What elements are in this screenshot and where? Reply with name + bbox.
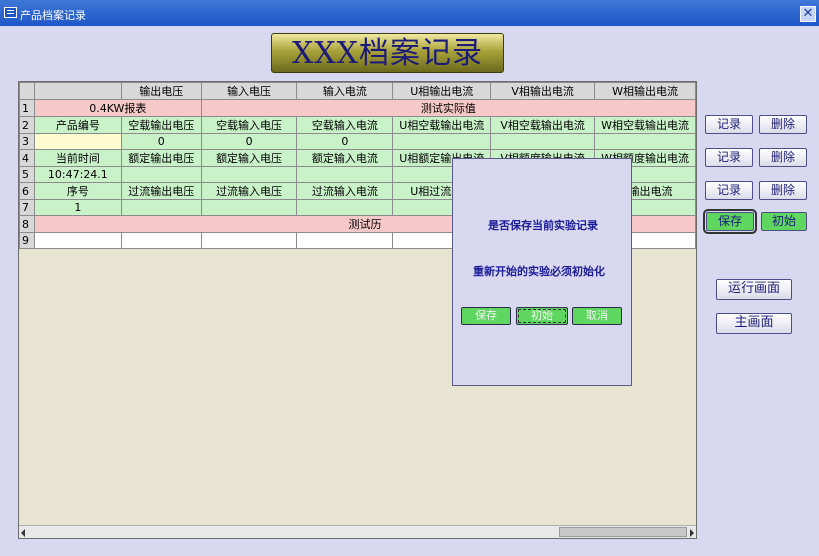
table-cell[interactable]: [594, 133, 696, 150]
row-number: 4: [19, 149, 35, 167]
record-button-2[interactable]: 记录: [705, 148, 753, 167]
table-cell[interactable]: 过流输入电流: [296, 182, 394, 200]
delete-button-1[interactable]: 删除: [759, 115, 807, 134]
scroll-thumb[interactable]: [559, 527, 687, 537]
record-button-3[interactable]: 记录: [705, 181, 753, 200]
actual-values-cell[interactable]: 测试实际值: [200, 99, 697, 117]
table-cell[interactable]: 额定输出电压: [120, 149, 202, 167]
table-cell[interactable]: 10:47:24.1: [33, 166, 122, 183]
dialog-hint: 重新开始的实验必须初始化: [473, 265, 605, 278]
scroll-left-icon[interactable]: [21, 529, 25, 537]
table-cell[interactable]: 0: [200, 133, 298, 150]
table-cell[interactable]: [33, 133, 122, 150]
corner-cell: [19, 82, 35, 100]
row-number: 8: [19, 215, 35, 233]
table-cell[interactable]: 过流输入电压: [200, 182, 298, 200]
table-cell[interactable]: 0: [296, 133, 394, 150]
table-cell[interactable]: [120, 199, 202, 216]
row-number: 3: [19, 133, 35, 150]
dialog-save-button[interactable]: 保存: [461, 307, 511, 325]
table-cell[interactable]: [490, 133, 596, 150]
delete-button-2[interactable]: 删除: [759, 148, 807, 167]
record-button-1[interactable]: 记录: [705, 115, 753, 134]
save-button[interactable]: 保存: [703, 209, 757, 234]
table-row: 1 0.4KW报表 测试实际值: [19, 99, 697, 117]
table-cell[interactable]: 额定输入电流: [296, 149, 394, 167]
column-header[interactable]: 输入电流: [296, 82, 394, 100]
table-cell[interactable]: [392, 133, 492, 150]
table-cell[interactable]: V相空载输出电流: [490, 116, 596, 134]
page-banner: XXX档案记录: [271, 33, 504, 73]
main-screen-button[interactable]: 主画面: [716, 313, 792, 334]
table-cell[interactable]: [120, 166, 202, 183]
table-cell[interactable]: [200, 199, 298, 216]
save-confirm-dialog: 是否保存当前实验记录 重新开始的实验必须初始化 保存 初始 取消: [452, 158, 632, 386]
dialog-cancel-button[interactable]: 取消: [572, 307, 622, 325]
table-cell[interactable]: 空载输出电压: [120, 116, 202, 134]
row-number: 9: [19, 232, 35, 249]
column-header[interactable]: W相输出电流: [594, 82, 696, 100]
table-cell[interactable]: [296, 199, 394, 216]
column-header[interactable]: V相输出电流: [490, 82, 596, 100]
table-cell[interactable]: [33, 232, 122, 249]
table-row: 3 0 0 0: [19, 133, 696, 150]
table-cell[interactable]: [296, 166, 394, 183]
table-cell[interactable]: [200, 166, 298, 183]
header-row: 输出电压 输入电压 输入电流 U相输出电流 V相输出电流 W相输出电流: [19, 82, 696, 100]
table-cell[interactable]: 1: [33, 199, 122, 216]
table-cell[interactable]: 当前时间: [33, 149, 122, 167]
table-cell[interactable]: [200, 232, 298, 249]
table-cell[interactable]: [120, 232, 202, 249]
table-cell[interactable]: 额定输入电压: [200, 149, 298, 167]
table-cell[interactable]: [296, 232, 394, 249]
window-title: 产品档案记录: [20, 9, 86, 22]
table-row: 2 产品编号 空载输出电压 空载输入电压 空载输入电流 U相空载输出电流 V相空…: [19, 116, 696, 134]
dialog-question: 是否保存当前实验记录: [488, 219, 598, 232]
table-cell[interactable]: 产品编号: [33, 116, 122, 134]
table-cell[interactable]: 0: [120, 133, 202, 150]
column-header[interactable]: 输出电压: [120, 82, 202, 100]
close-button[interactable]: ✕: [800, 6, 816, 22]
column-header[interactable]: 输入电压: [200, 82, 298, 100]
row-number: 5: [19, 166, 35, 183]
delete-button-3[interactable]: 删除: [759, 181, 807, 200]
client-area: XXX档案记录 输出电压 输入电压 输入电流 U相输出电流 V相输出电流 W相输…: [0, 26, 819, 556]
table-cell[interactable]: W相空载输出电流: [594, 116, 696, 134]
init-button[interactable]: 初始: [761, 212, 807, 231]
dialog-init-button[interactable]: 初始: [516, 307, 568, 325]
scroll-right-icon[interactable]: [690, 529, 694, 537]
row-number: 2: [19, 116, 35, 134]
horizontal-scrollbar[interactable]: [19, 525, 696, 538]
column-header[interactable]: [33, 82, 122, 100]
table-cell[interactable]: 序号: [33, 182, 122, 200]
app-icon: [4, 7, 17, 18]
table-cell[interactable]: 过流输出电压: [120, 182, 202, 200]
run-screen-button[interactable]: 运行画面: [716, 279, 792, 300]
row-number: 1: [19, 99, 35, 117]
row-number: 7: [19, 199, 35, 216]
table-cell[interactable]: 空载输入电压: [200, 116, 298, 134]
column-header[interactable]: U相输出电流: [392, 82, 492, 100]
table-cell[interactable]: U相空载输出电流: [392, 116, 492, 134]
table-cell[interactable]: 空载输入电流: [296, 116, 394, 134]
row-number: 6: [19, 182, 35, 200]
report-title-cell[interactable]: 0.4KW报表: [33, 99, 202, 117]
title-bar: 产品档案记录 ✕: [0, 0, 819, 26]
